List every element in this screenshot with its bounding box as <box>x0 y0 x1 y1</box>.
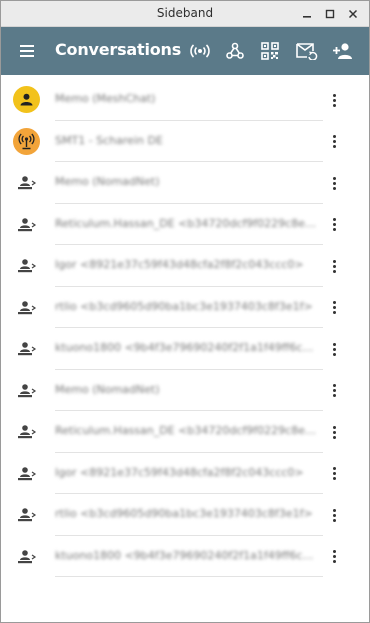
antenna-avatar <box>13 127 40 155</box>
conversation-row[interactable]: Memo (NomadNet) <box>1 162 369 204</box>
more-options-icon[interactable] <box>327 339 341 359</box>
network-button[interactable] <box>223 39 247 63</box>
conversation-label: Reticulum.Hassan_DE <b34720dcf9f0229c8e9… <box>55 216 317 230</box>
antenna-icon <box>18 133 35 149</box>
conversation-row[interactable]: ktuono1800 <9b4f3e79690240f2f1a1f49ff6ce… <box>1 536 369 577</box>
peer-icon <box>18 342 37 356</box>
app-window: Sideband Conversations Memo (MeshChat) S… <box>0 0 370 623</box>
conversation-label: Igor <8921e37c59f43d48cfa2f8f2c043ccc0> <box>55 258 304 271</box>
close-icon <box>348 9 358 19</box>
conversation-label: Memo (MeshChat) <box>55 92 156 105</box>
conversation-row[interactable]: Memo (MeshChat) <box>1 79 369 121</box>
mail-sync-icon <box>296 43 318 60</box>
mail-sync-button[interactable] <box>295 39 319 63</box>
peer-icon <box>18 259 37 273</box>
conversation-row[interactable]: Igor <8921e37c59f43d48cfa2f8f2c043ccc0> <box>1 453 369 494</box>
minimize-icon <box>303 16 311 18</box>
more-options-icon[interactable] <box>327 547 341 567</box>
window-titlebar[interactable]: Sideband <box>1 1 369 27</box>
add-contact-button[interactable] <box>331 39 355 63</box>
conversation-row[interactable]: rtlio <b3cd9605d90ba1bc3e1937403c8f3e1f> <box>1 494 369 536</box>
conversation-row[interactable]: rtlio <b3cd9605d90ba1bc3e1937403c8f3e1f> <box>1 287 369 328</box>
more-options-icon[interactable] <box>327 90 341 110</box>
conversation-label: Reticulum.Hassan_DE <b34720dcf9f0229c8e9… <box>55 424 317 437</box>
conversation-label: ktuono1800 <9b4f3e79690240f2f1a1f49ff6ce… <box>55 548 317 562</box>
close-button[interactable] <box>344 5 362 23</box>
conversation-row[interactable]: Igor <8921e37c59f43d48cfa2f8f2c043ccc0> <box>1 245 369 287</box>
page-title: Conversations <box>55 40 182 59</box>
maximize-button[interactable] <box>321 5 339 23</box>
more-options-icon[interactable] <box>327 422 341 442</box>
conversation-label: rtlio <b3cd9605d90ba1bc3e1937403c8f3e1f> <box>55 299 313 313</box>
more-options-icon[interactable] <box>327 464 341 484</box>
announce-icon <box>190 44 210 58</box>
conversation-label: ktuono1800 <9b4f3e79690240f2f1a1f49ff6ce… <box>55 341 317 354</box>
announce-button[interactable] <box>188 39 212 63</box>
peer-icon <box>18 383 37 397</box>
qr-code-button[interactable] <box>258 39 282 63</box>
minimize-button[interactable] <box>298 5 316 23</box>
menu-icon <box>20 45 34 57</box>
conversation-label: SMT1 - Scharein DE <box>55 133 163 147</box>
conversation-label: Memo (NomadNet) <box>55 382 160 396</box>
peer-icon <box>18 217 37 231</box>
conversation-label: rtlio <b3cd9605d90ba1bc3e1937403c8f3e1f> <box>55 507 313 520</box>
person-icon <box>20 93 33 106</box>
more-options-icon[interactable] <box>327 381 341 401</box>
add-contact-icon <box>333 43 352 59</box>
conversation-label: Igor <8921e37c59f43d48cfa2f8f2c043ccc0> <box>55 465 304 479</box>
more-options-icon[interactable] <box>327 256 341 276</box>
divider <box>55 576 323 577</box>
conversation-label: Memo (NomadNet) <box>55 175 160 188</box>
more-options-icon[interactable] <box>327 173 341 193</box>
menu-button[interactable] <box>15 39 39 63</box>
conversation-row[interactable]: Reticulum.Hassan_DE <b34720dcf9f0229c8e9… <box>1 411 369 453</box>
peer-icon <box>18 508 37 522</box>
conversation-row[interactable]: Memo (NomadNet) <box>1 370 369 411</box>
more-options-icon[interactable] <box>327 298 341 318</box>
conversation-row[interactable]: ktuono1800 <9b4f3e79690240f2f1a1f49ff6ce… <box>1 328 369 370</box>
more-options-icon[interactable] <box>327 132 341 152</box>
conversation-row[interactable]: SMT1 - Scharein DE <box>1 121 369 162</box>
conversation-row[interactable]: Reticulum.Hassan_DE <b34720dcf9f0229c8e9… <box>1 204 369 245</box>
peer-icon <box>18 549 37 563</box>
more-options-icon[interactable] <box>327 215 341 235</box>
app-bar: Conversations <box>1 27 369 75</box>
peer-icon <box>18 176 37 190</box>
qr-code-icon <box>261 42 279 60</box>
more-options-icon[interactable] <box>327 505 341 525</box>
peer-icon <box>18 425 37 439</box>
peer-icon <box>18 466 37 480</box>
conversation-list: Memo (MeshChat) SMT1 - Scharein DE Memo … <box>1 79 369 577</box>
person-avatar <box>13 86 40 113</box>
peer-icon <box>18 300 37 314</box>
maximize-icon <box>325 9 335 19</box>
network-icon <box>226 42 244 59</box>
